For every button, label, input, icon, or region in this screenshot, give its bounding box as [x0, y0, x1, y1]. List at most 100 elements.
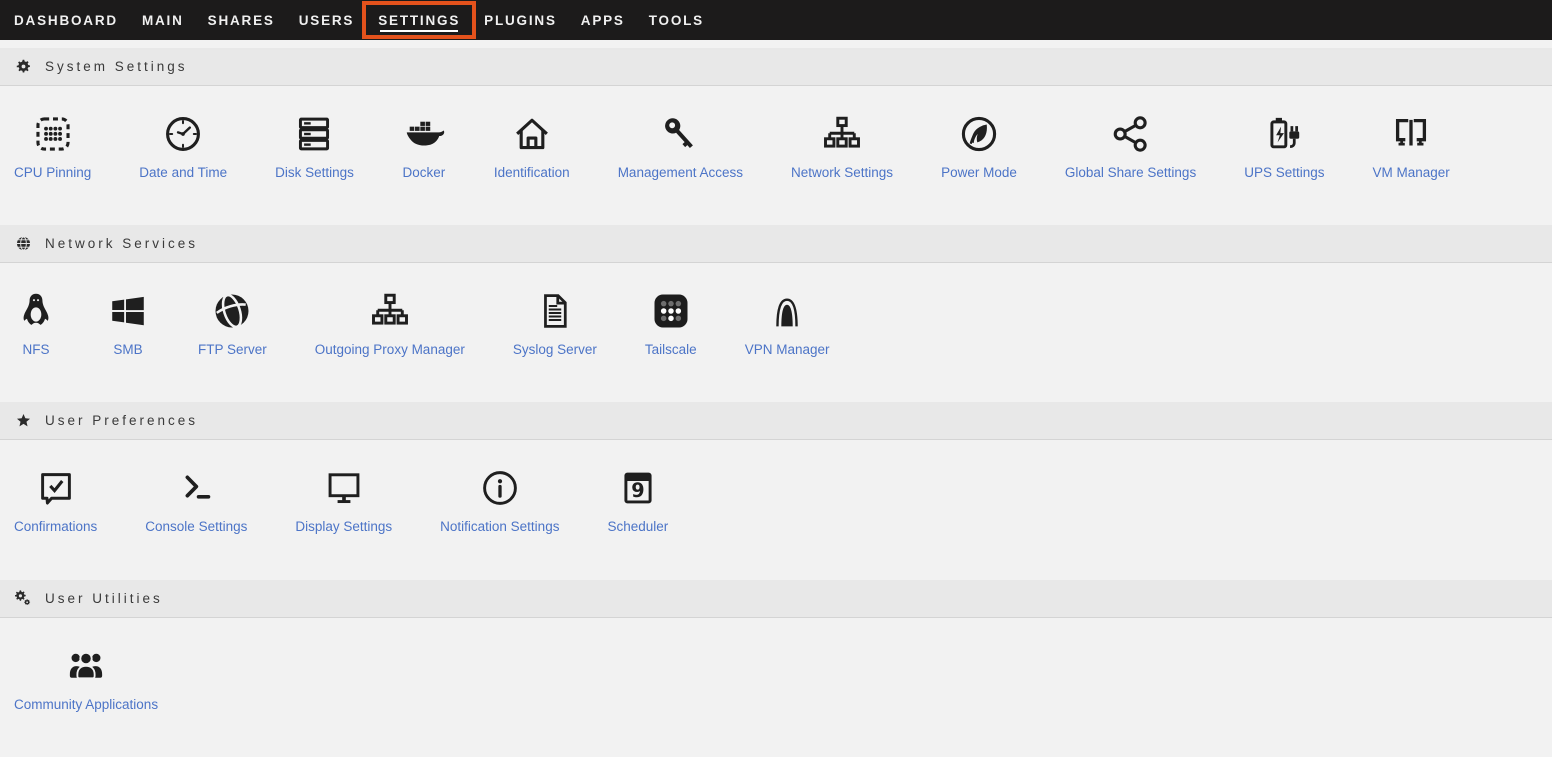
settings-item-label: UPS Settings: [1244, 165, 1324, 181]
nav-item-label: MAIN: [142, 13, 184, 28]
leaf-circle-icon: [957, 112, 1001, 156]
network-tree-icon: [368, 289, 412, 333]
settings-item-identification[interactable]: Identification: [494, 112, 570, 181]
settings-item-disk-settings[interactable]: Disk Settings: [275, 112, 354, 181]
settings-item-label: FTP Server: [198, 342, 267, 358]
settings-item-vpn-manager[interactable]: VPN Manager: [745, 289, 830, 358]
settings-item-outgoing-proxy-manager[interactable]: Outgoing Proxy Manager: [315, 289, 465, 358]
section-header: User Preferences: [0, 402, 1552, 440]
tailscale-dots-icon: [649, 289, 693, 333]
settings-item-smb[interactable]: SMB: [106, 289, 150, 358]
settings-item-label: Docker: [402, 165, 445, 181]
nav-item-label: PLUGINS: [484, 13, 557, 28]
settings-item-label: Disk Settings: [275, 165, 354, 181]
settings-item-label: Syslog Server: [513, 342, 597, 358]
nav-item-settings[interactable]: SETTINGS: [367, 6, 471, 34]
clock-icon: [161, 112, 205, 156]
settings-item-label: Console Settings: [145, 519, 247, 535]
calendar-icon: [616, 466, 660, 510]
tux-penguin-icon: [14, 289, 58, 333]
settings-item-date-and-time[interactable]: Date and Time: [139, 112, 227, 181]
settings-item-label: Confirmations: [14, 519, 97, 535]
gear-icon: [15, 58, 32, 75]
settings-item-power-mode[interactable]: Power Mode: [941, 112, 1017, 181]
battery-plug-icon: [1262, 112, 1306, 156]
nav-item-label: USERS: [299, 13, 355, 28]
settings-item-management-access[interactable]: Management Access: [618, 112, 743, 181]
settings-item-ups-settings[interactable]: UPS Settings: [1244, 112, 1324, 181]
monitor-icon: [322, 466, 366, 510]
section-items: NFS SMB FTP Server Outgoing Proxy Manager Sy…: [0, 263, 1552, 402]
settings-item-label: Notification Settings: [440, 519, 559, 535]
microchip-dots-icon: [31, 112, 75, 156]
settings-item-docker[interactable]: Docker: [402, 112, 446, 181]
section-items: Community Applications: [0, 618, 1552, 757]
network-tree-icon: [820, 112, 864, 156]
settings-item-label: Scheduler: [607, 519, 668, 535]
terminal-prompt-icon: [174, 466, 218, 510]
nav-item-users[interactable]: USERS: [288, 6, 366, 34]
info-circle-icon: [478, 466, 522, 510]
section-system-settings: System Settings CPU Pinning Date and Time D…: [0, 48, 1552, 225]
house-icon: [510, 112, 554, 156]
nav-item-label: DASHBOARD: [14, 13, 118, 28]
settings-item-label: Power Mode: [941, 165, 1017, 181]
docker-whale-icon: [402, 112, 446, 156]
nav-item-plugins[interactable]: PLUGINS: [473, 6, 568, 34]
settings-item-vm-manager[interactable]: VM Manager: [1373, 112, 1450, 181]
settings-item-label: NFS: [23, 342, 50, 358]
settings-item-confirmations[interactable]: Confirmations: [14, 466, 97, 535]
nav-item-label: TOOLS: [649, 13, 704, 28]
section-user-utilities: User Utilities Community Applications: [0, 580, 1552, 757]
windows-logo-icon: [106, 289, 150, 333]
settings-item-syslog-server[interactable]: Syslog Server: [513, 289, 597, 358]
settings-item-label: Global Share Settings: [1065, 165, 1196, 181]
key-icon: [658, 112, 702, 156]
globe-icon: [15, 235, 32, 252]
settings-item-network-settings[interactable]: Network Settings: [791, 112, 893, 181]
section-items: CPU Pinning Date and Time Disk Settings Doc…: [0, 86, 1552, 225]
settings-item-label: Identification: [494, 165, 570, 181]
settings-item-global-share-settings[interactable]: Global Share Settings: [1065, 112, 1196, 181]
section-network-services: Network Services NFS SMB FTP Server Outgoing…: [0, 225, 1552, 402]
section-title: User Preferences: [45, 413, 198, 428]
settings-item-label: Date and Time: [139, 165, 227, 181]
share-nodes-icon: [1109, 112, 1153, 156]
settings-item-display-settings[interactable]: Display Settings: [295, 466, 392, 535]
settings-item-label: Management Access: [618, 165, 743, 181]
settings-item-label: VM Manager: [1373, 165, 1450, 181]
settings-item-tailscale[interactable]: Tailscale: [645, 289, 697, 358]
settings-item-notification-settings[interactable]: Notification Settings: [440, 466, 559, 535]
settings-item-scheduler[interactable]: Scheduler: [607, 466, 668, 535]
nav-item-shares[interactable]: SHARES: [197, 6, 286, 34]
section-header: User Utilities: [0, 580, 1552, 618]
settings-item-nfs[interactable]: NFS: [14, 289, 58, 358]
gears-icon: [15, 590, 32, 607]
main-nav: DASHBOARD MAIN SHARES USERS SETTINGS PLUGINS A…: [0, 0, 1552, 40]
star-icon: [15, 412, 32, 429]
nav-item-label: SHARES: [208, 13, 275, 28]
settings-item-console-settings[interactable]: Console Settings: [145, 466, 247, 535]
nav-item-apps[interactable]: APPS: [570, 6, 636, 34]
nav-item-tools[interactable]: TOOLS: [638, 6, 715, 34]
checkbox-bubble-icon: [34, 466, 78, 510]
section-title: Network Services: [45, 236, 198, 251]
settings-item-label: VPN Manager: [745, 342, 830, 358]
tunnel-arch-icon: [765, 289, 809, 333]
settings-item-community-applications[interactable]: Community Applications: [14, 644, 158, 713]
settings-item-label: CPU Pinning: [14, 165, 91, 181]
nav-item-dashboard[interactable]: DASHBOARD: [3, 6, 129, 34]
people-group-icon: [64, 644, 108, 688]
settings-item-label: Outgoing Proxy Manager: [315, 342, 465, 358]
section-header: Network Services: [0, 225, 1552, 263]
section-header: System Settings: [0, 48, 1552, 86]
section-title: User Utilities: [45, 591, 163, 606]
nav-item-main[interactable]: MAIN: [131, 6, 195, 34]
globe-filled-icon: [210, 289, 254, 333]
vm-brackets-icon: [1389, 112, 1433, 156]
nav-item-label: SETTINGS: [378, 13, 460, 28]
settings-item-ftp-server[interactable]: FTP Server: [198, 289, 267, 358]
settings-item-cpu-pinning[interactable]: CPU Pinning: [14, 112, 91, 181]
section-items: Confirmations Console Settings Display Set…: [0, 440, 1552, 579]
settings-item-label: Tailscale: [645, 342, 697, 358]
